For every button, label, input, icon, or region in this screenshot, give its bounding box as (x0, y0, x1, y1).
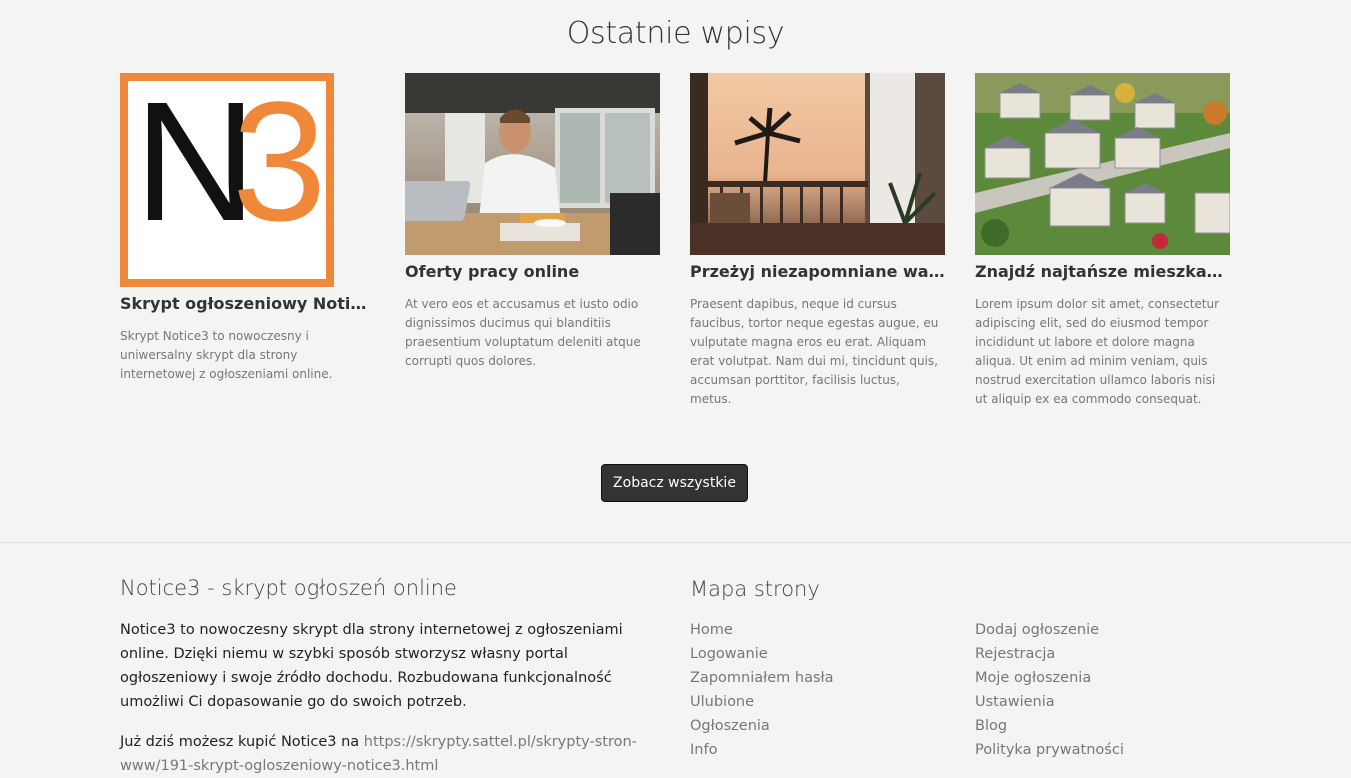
sitemap-link-ads[interactable]: Ogłoszenia (690, 718, 770, 734)
post-description: Praesent dapibus, neque id cursus faucib… (690, 297, 939, 406)
sitemap-link-register[interactable]: Rejestracja (975, 646, 1055, 662)
sitemap-item: Ulubione (690, 690, 834, 714)
office-worker-photo (405, 73, 660, 255)
post-description: Lorem ipsum dolor sit amet, consectetur … (975, 297, 1220, 406)
footer-about-text: Notice3 to nowoczesny skrypt dla strony … (120, 622, 623, 710)
section-title: Ostatnie wpisy (566, 16, 785, 51)
sitemap-item: Moje ogłoszenia (975, 666, 1124, 690)
sitemap-link-forgot-password[interactable]: Zapomniałem hasła (690, 670, 834, 686)
footer-divider (0, 542, 1351, 543)
sitemap-link-blog[interactable]: Blog (975, 718, 1007, 734)
post-description: Skrypt Notice3 to nowoczesny i uniwersal… (120, 329, 333, 381)
sitemap-item: Dodaj ogłoszenie (975, 618, 1124, 642)
post-image-link[interactable] (690, 73, 945, 255)
footer-buy-prefix: Już dziś możesz kupić Notice3 na (120, 734, 360, 750)
sitemap-link-my-ads[interactable]: Moje ogłoszenia (975, 670, 1091, 686)
post-card: Oferty pracy online At vero eos et accus… (405, 73, 660, 368)
sitemap-item: Logowanie (690, 642, 834, 666)
sitemap-link-privacy[interactable]: Polityka prywatności (975, 742, 1124, 758)
sitemap-link-favorites[interactable]: Ulubione (690, 694, 754, 710)
sitemap-item: Rejestracja (975, 642, 1124, 666)
sitemap-item: Ustawienia (975, 690, 1124, 714)
post-card: N 3 Skrypt ogłoszeniowy Notice3 Skrypt N… (120, 73, 375, 381)
sitemap-link-add-ad[interactable]: Dodaj ogłoszenie (975, 622, 1099, 638)
post-title-link[interactable]: Skrypt ogłoszeniowy Notice3 (120, 294, 375, 313)
logo-digit: 3 (232, 73, 327, 257)
post-title-link[interactable]: Oferty pracy online (405, 262, 660, 281)
see-all-button[interactable]: Zobacz wszystkie (601, 464, 748, 502)
sitemap-item: Polityka prywatności (975, 738, 1124, 762)
sitemap-link-settings[interactable]: Ustawienia (975, 694, 1055, 710)
vacation-balcony-photo (690, 73, 945, 255)
sitemap-link-login[interactable]: Logowanie (690, 646, 768, 662)
sitemap-item: Blog (975, 714, 1124, 738)
post-title-link[interactable]: Znajdź najtańsze mieszkanie w okolicy (975, 262, 1230, 281)
n3-logo: N 3 (120, 73, 334, 287)
sitemap-link-home[interactable]: Home (690, 622, 733, 638)
sitemap-link-info[interactable]: Info (690, 742, 717, 758)
post-title-link[interactable]: Przeżyj niezapomniane wakacje (690, 262, 945, 281)
sitemap-title: Mapa strony (690, 577, 820, 601)
post-image-link[interactable]: N 3 (120, 73, 334, 287)
houses-aerial-photo (975, 73, 1230, 255)
sitemap-item: Home (690, 618, 834, 642)
sitemap-item: Info (690, 738, 834, 762)
post-card: Przeżyj niezapomniane wakacje Praesent d… (690, 73, 945, 406)
post-image-link[interactable] (405, 73, 660, 255)
post-card: Znajdź najtańsze mieszkanie w okolicy Lo… (975, 73, 1230, 406)
footer-about-title: Notice3 - skrypt ogłoszeń online (120, 576, 457, 600)
post-description: At vero eos et accusamus et iusto odio d… (405, 297, 641, 368)
sitemap-item: Zapomniałem hasła (690, 666, 834, 690)
sitemap-item: Ogłoszenia (690, 714, 834, 738)
footer-buy-text: Już dziś możesz kupić Notice3 na https:/… (120, 730, 665, 778)
sitemap-col-1: Home Logowanie Zapomniałem hasła Ulubion… (690, 618, 834, 762)
sitemap-col-2: Dodaj ogłoszenie Rejestracja Moje ogłosz… (975, 618, 1124, 762)
post-image-link[interactable] (975, 73, 1230, 255)
